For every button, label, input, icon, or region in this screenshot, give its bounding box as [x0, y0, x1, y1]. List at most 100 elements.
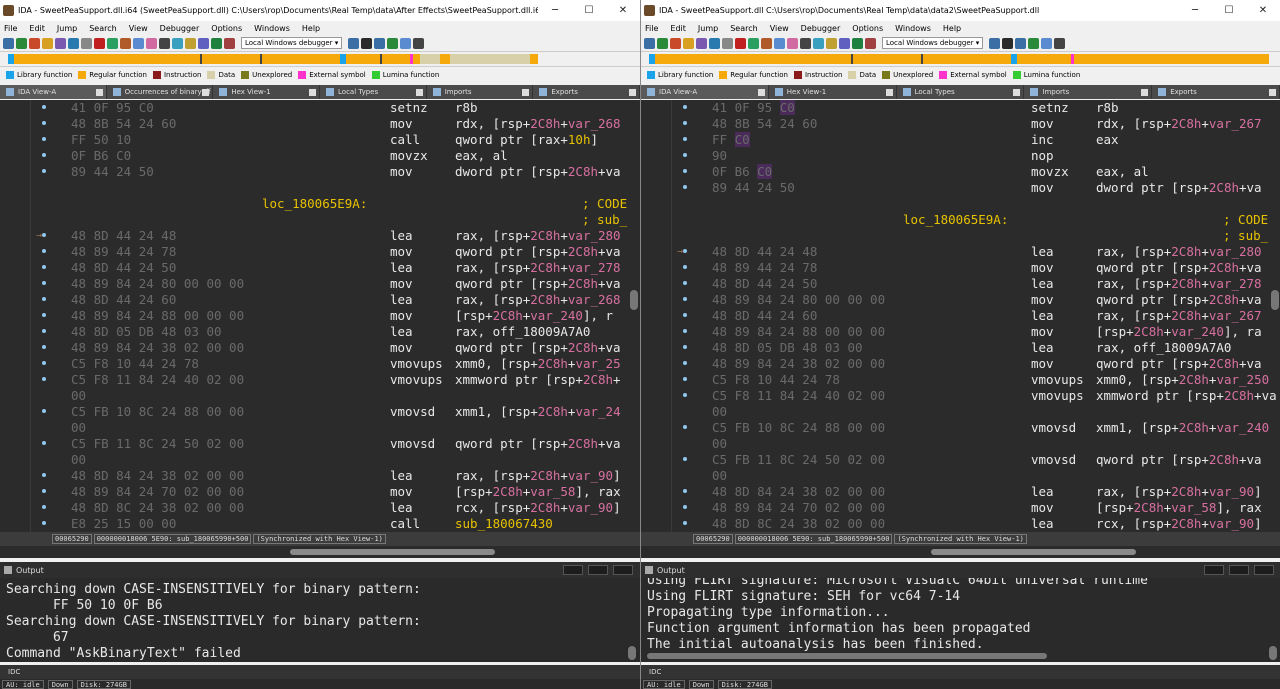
hex-icon[interactable] [133, 37, 144, 49]
menu-file[interactable]: File [645, 24, 658, 33]
tab-imports[interactable]: Imports [1024, 85, 1153, 99]
string-icon[interactable] [198, 37, 209, 49]
open-icon[interactable] [3, 37, 14, 49]
output-console[interactable]: Using FLIRT signature: Microsoft VisualC… [641, 578, 1280, 662]
tab-close-icon[interactable] [415, 88, 423, 96]
menu-jump[interactable]: Jump [57, 24, 77, 33]
enum-icon[interactable] [800, 37, 811, 49]
menu-file[interactable]: File [4, 24, 17, 33]
toolbar-tool-icon[interactable] [1015, 37, 1027, 49]
toolbar-tool-icon[interactable] [1054, 37, 1066, 49]
menu-debugger[interactable]: Debugger [160, 24, 200, 33]
disasm-line[interactable]: loc_180065E9A: ; CODE [641, 212, 1280, 228]
horizontal-scrollbar[interactable] [641, 546, 1280, 558]
text-icon[interactable] [81, 37, 92, 49]
disasm-line[interactable]: 48 89 84 24 88 00 00 00 mov [rsp+2C8h+var_… [0, 308, 640, 324]
disasm-line[interactable]: 48 8D 44 24 50 lea rax, [rsp+2C8h+var_278 [641, 276, 1280, 292]
menu-options[interactable]: Options [211, 24, 242, 33]
enum-icon[interactable] [159, 37, 170, 49]
struct-icon[interactable] [787, 37, 798, 49]
disasm-line[interactable]: 00 [0, 420, 640, 436]
tab-close-icon[interactable] [885, 88, 893, 96]
struct-icon[interactable] [146, 37, 157, 49]
menu-debugger[interactable]: Debugger [801, 24, 841, 33]
menu-jump[interactable]: Jump [698, 24, 718, 33]
scrollbar-thumb[interactable] [931, 549, 1136, 555]
name-icon[interactable] [826, 37, 837, 49]
disasm-line[interactable]: ; sub_ [641, 228, 1280, 244]
search-icon[interactable] [55, 37, 66, 49]
xref-icon[interactable] [211, 37, 222, 49]
toolbar-tool-icon[interactable] [1002, 37, 1014, 49]
disassembly-listing[interactable]: 41 0F 95 C0 setnz r8b 48 8B 54 24 60 mov rdx,… [0, 100, 640, 532]
output-scrollbar[interactable] [628, 646, 636, 660]
func-icon[interactable] [172, 37, 183, 49]
tab-ida-view-a[interactable]: IDA View-A [641, 85, 769, 99]
menu-view[interactable]: View [129, 24, 148, 33]
disasm-line[interactable]: 48 89 44 24 78 mov qword ptr [rsp+2C8h+va [641, 260, 1280, 276]
disasm-line[interactable]: 48 89 84 24 38 02 00 00 mov qword ptr [rsp… [0, 340, 640, 356]
tab-close-icon[interactable] [1141, 88, 1149, 96]
forward-icon[interactable] [42, 37, 53, 49]
disasm-line[interactable]: 89 44 24 50 mov dword ptr [rsp+2C8h+va [0, 164, 640, 180]
disasm-line[interactable]: 48 8D 05 DB 48 03 00 lea rax, off_18009A7A… [0, 324, 640, 340]
idc-label[interactable]: IDC [8, 668, 20, 676]
toolbar-tool-icon[interactable] [1028, 37, 1040, 49]
menu-edit[interactable]: Edit [670, 24, 686, 33]
disasm-line[interactable]: 0F B6 C0 movzx eax, al [0, 148, 640, 164]
navigation-band[interactable] [641, 51, 1280, 67]
disasm-line[interactable]: 00 [641, 436, 1280, 452]
output-hscrollbar[interactable] [647, 653, 1047, 659]
disasm-line[interactable]: C5 F8 11 84 24 40 02 00 vmovups xmmword pt… [641, 388, 1280, 404]
navigation-band[interactable] [0, 51, 640, 67]
disasm-line[interactable]: 48 8D 84 24 38 02 00 00 lea rax, [rsp+2C8h… [641, 484, 1280, 500]
code-label[interactable]: loc_180065E9A: [903, 212, 1008, 228]
output-console[interactable]: Searching down CASE-INSENSITIVELY for bi… [0, 578, 640, 662]
output-float-button[interactable] [563, 565, 583, 575]
patch-icon[interactable] [865, 37, 876, 49]
tab-close-icon[interactable] [1013, 88, 1021, 96]
toolbar-tool-icon[interactable] [361, 37, 373, 49]
save-icon[interactable] [16, 37, 27, 49]
toolbar-tool-icon[interactable] [374, 37, 386, 49]
disasm-line[interactable] [0, 180, 640, 196]
hex-icon[interactable] [774, 37, 785, 49]
text-icon[interactable] [722, 37, 733, 49]
menu-edit[interactable]: Edit [29, 24, 45, 33]
disasm-line[interactable]: 41 0F 95 C0 setnz r8b [0, 100, 640, 116]
run-icon[interactable] [107, 37, 118, 49]
disasm-line[interactable]: → 48 8D 44 24 48 lea rax, [rsp+2C8h+var_280 [641, 244, 1280, 260]
tab-close-icon[interactable] [522, 88, 530, 96]
disasm-line[interactable]: 48 89 84 24 80 00 00 00 mov qword ptr [rsp… [0, 276, 640, 292]
tab-close-icon[interactable] [95, 88, 103, 96]
close-button[interactable]: ✕ [606, 0, 640, 21]
code-label[interactable]: loc_180065E9A: [262, 196, 367, 212]
output-restore-button[interactable] [1229, 565, 1249, 575]
horizontal-scrollbar[interactable] [0, 546, 640, 558]
maximize-button[interactable]: ☐ [1212, 0, 1246, 21]
debugger-select[interactable]: Local Windows debugger ▾ [882, 37, 984, 49]
disasm-line[interactable]: 00 [641, 468, 1280, 484]
minimize-button[interactable]: ─ [1178, 0, 1212, 21]
tab-close-icon[interactable] [202, 88, 210, 96]
tab-imports[interactable]: Imports [427, 85, 534, 99]
disasm-line[interactable]: C5 FB 10 8C 24 88 00 00 vmovsd xmm1, [rsp+… [641, 420, 1280, 436]
disasm-line[interactable]: 48 8D 44 24 60 lea rax, [rsp+2C8h+var_267 [641, 308, 1280, 324]
disasm-line[interactable]: C5 FB 11 8C 24 50 02 00 vmovsd qword ptr [… [0, 436, 640, 452]
disasm-line[interactable]: 48 89 44 24 78 mov qword ptr [rsp+2C8h+va [0, 244, 640, 260]
back-icon[interactable] [670, 37, 681, 49]
disasm-line[interactable]: 41 0F 95 C0 setnz r8b [641, 100, 1280, 116]
tab-hex-view-1[interactable]: Hex View-1 [769, 85, 897, 99]
disasm-line[interactable]: 00 [0, 452, 640, 468]
disasm-line[interactable]: loc_180065E9A: ; CODE [0, 196, 640, 212]
output-close-button[interactable] [613, 565, 633, 575]
disasm-line[interactable]: 48 89 84 24 70 02 00 00 mov [rsp+2C8h+var_… [0, 484, 640, 500]
menu-options[interactable]: Options [852, 24, 883, 33]
graph-icon[interactable] [709, 37, 720, 49]
scrollbar-thumb[interactable] [290, 549, 495, 555]
menu-help[interactable]: Help [943, 24, 961, 33]
menu-windows[interactable]: Windows [895, 24, 931, 33]
xref-icon[interactable] [852, 37, 863, 49]
disasm-line[interactable]: 48 8D 8C 24 38 02 00 00 lea rcx, [rsp+2C8h… [0, 500, 640, 516]
name-icon[interactable] [185, 37, 196, 49]
